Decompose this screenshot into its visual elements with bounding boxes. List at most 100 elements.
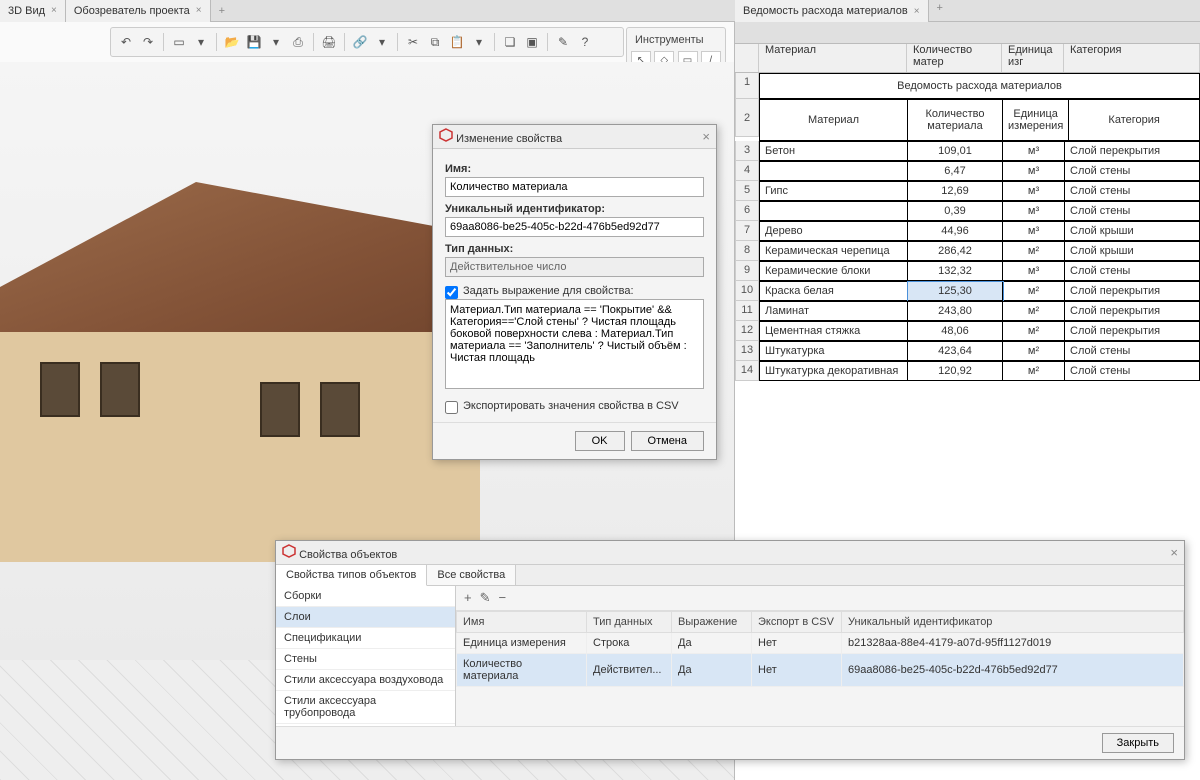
cell-qty[interactable]: 0,39 — [908, 202, 1003, 221]
uid-input[interactable] — [445, 217, 704, 237]
cell-qty[interactable]: 243,80 — [908, 302, 1003, 321]
tab-3d-view[interactable]: 3D Вид× — [0, 0, 66, 22]
cell-material[interactable]: Краска белая — [760, 282, 908, 301]
cell-material[interactable]: Керамические блоки — [760, 262, 908, 281]
cell-category[interactable]: Слой перекрытия — [1065, 322, 1200, 341]
cell-unit[interactable]: м² — [1003, 242, 1065, 261]
list-item[interactable]: Стили аксессуара трубопровода — [276, 691, 455, 724]
col-material[interactable]: Материал — [759, 40, 907, 72]
table-cell[interactable]: Да — [672, 633, 752, 654]
add-tab-button[interactable]: + — [929, 0, 951, 21]
add-tab-button[interactable]: + — [211, 3, 233, 19]
open-icon[interactable]: 📂 — [223, 33, 241, 51]
col-unit[interactable]: Единица изг — [1002, 40, 1064, 72]
cell-unit[interactable]: м² — [1003, 342, 1065, 361]
undo-icon[interactable]: ↶ — [117, 33, 135, 51]
dropdown-icon[interactable]: ▾ — [192, 33, 210, 51]
cell-qty[interactable]: 48,06 — [908, 322, 1003, 341]
paste-icon[interactable]: 📋 — [448, 33, 466, 51]
cell-material[interactable]: Гипс — [760, 182, 908, 201]
cell-category[interactable]: Слой стены — [1065, 182, 1200, 201]
cell-category[interactable]: Слой перекрытия — [1065, 142, 1200, 161]
type-select[interactable] — [445, 257, 704, 277]
table-cell[interactable]: Строка — [587, 633, 672, 654]
cell-unit[interactable]: м² — [1003, 302, 1065, 321]
cell-category[interactable]: Слой стены — [1065, 262, 1200, 281]
help-icon[interactable]: ? — [576, 33, 594, 51]
cell-unit[interactable]: м³ — [1003, 162, 1065, 181]
list-item[interactable]: Стены — [276, 649, 455, 670]
cell-qty[interactable]: 12,69 — [908, 182, 1003, 201]
table-cell[interactable]: Нет — [752, 633, 842, 654]
window-icon[interactable]: ▣ — [523, 33, 541, 51]
cell-material[interactable]: Бетон — [760, 142, 908, 161]
cell-material[interactable]: Ламинат — [760, 302, 908, 321]
expression-textarea[interactable] — [445, 299, 704, 389]
close-icon[interactable]: × — [196, 5, 202, 16]
cell-unit[interactable]: м² — [1003, 362, 1065, 381]
cell-unit[interactable]: м³ — [1003, 142, 1065, 161]
cell-material[interactable]: Штукатурка — [760, 342, 908, 361]
export-icon[interactable]: ⎙ — [289, 33, 307, 51]
close-icon[interactable]: × — [1170, 545, 1178, 560]
cut-icon[interactable]: ✂ — [404, 33, 422, 51]
cell-unit[interactable]: м² — [1003, 282, 1065, 301]
cell-unit[interactable]: м² — [1003, 322, 1065, 341]
table-cell[interactable]: Количество материала — [457, 654, 587, 687]
link-icon[interactable]: 🔗 — [351, 33, 369, 51]
print-icon[interactable]: 🖨 — [320, 33, 338, 51]
redo-icon[interactable]: ↷ — [139, 33, 157, 51]
cell-category[interactable]: Слой крыши — [1065, 222, 1200, 241]
cancel-button[interactable]: Отмена — [631, 431, 704, 451]
list-item[interactable]: Слои — [276, 607, 455, 628]
cell-category[interactable]: Слой стены — [1065, 202, 1200, 221]
cell-unit[interactable]: м³ — [1003, 262, 1065, 281]
cell-category[interactable]: Слой стены — [1065, 162, 1200, 181]
cell-category[interactable]: Слой перекрытия — [1065, 282, 1200, 301]
cell-category[interactable]: Слой стены — [1065, 342, 1200, 361]
cell-category[interactable]: Слой стены — [1065, 362, 1200, 381]
ok-button[interactable]: OK — [575, 431, 625, 451]
edit-icon[interactable]: ✎ — [480, 590, 491, 606]
list-item[interactable]: Сборки — [276, 586, 455, 607]
list-item[interactable]: Стили арматурного изделия — [276, 724, 455, 726]
table-cell[interactable]: 69aa8086-be25-405c-b22d-476b5ed92d77 — [842, 654, 1184, 687]
col-qty[interactable]: Количество матер — [907, 40, 1002, 72]
cell-qty[interactable]: 44,96 — [908, 222, 1003, 241]
tab-type-properties[interactable]: Свойства типов объектов — [276, 565, 427, 586]
cell-material[interactable] — [760, 162, 908, 181]
save-icon[interactable]: 💾 — [245, 33, 263, 51]
cell-material[interactable]: Керамическая черепица — [760, 242, 908, 261]
cell-qty[interactable]: 125,30 — [908, 282, 1003, 301]
cell-material[interactable]: Штукатурка декоративная — [760, 362, 908, 381]
clone-icon[interactable]: ❏ — [501, 33, 519, 51]
cell-category[interactable]: Слой крыши — [1065, 242, 1200, 261]
table-cell[interactable]: b21328aa-88e4-4179-a07d-95ff1127d019 — [842, 633, 1184, 654]
cell-qty[interactable]: 423,64 — [908, 342, 1003, 361]
cell-unit[interactable]: м³ — [1003, 202, 1065, 221]
table-cell[interactable]: Единица измерения — [457, 633, 587, 654]
name-input[interactable] — [445, 177, 704, 197]
close-button[interactable]: Закрыть — [1102, 733, 1174, 753]
close-icon[interactable]: × — [51, 5, 57, 16]
copy-icon[interactable]: ⧉ — [426, 33, 444, 51]
tab-project-browser[interactable]: Обозреватель проекта× — [66, 0, 211, 22]
remove-icon[interactable]: − — [499, 590, 507, 606]
cell-qty[interactable]: 6,47 — [908, 162, 1003, 181]
measure-icon[interactable]: ✎ — [554, 33, 572, 51]
dropdown-icon[interactable]: ▾ — [470, 33, 488, 51]
csv-checkbox[interactable] — [445, 401, 458, 414]
cell-qty[interactable]: 132,32 — [908, 262, 1003, 281]
cell-qty[interactable]: 109,01 — [908, 142, 1003, 161]
cell-category[interactable]: Слой перекрытия — [1065, 302, 1200, 321]
tab-schedule[interactable]: Ведомость расхода материалов× — [735, 0, 929, 22]
expression-checkbox[interactable] — [445, 286, 458, 299]
table-cell[interactable]: Нет — [752, 654, 842, 687]
list-item[interactable]: Спецификации — [276, 628, 455, 649]
cell-material[interactable] — [760, 202, 908, 221]
table-cell[interactable]: Да — [672, 654, 752, 687]
cell-material[interactable]: Дерево — [760, 222, 908, 241]
dropdown-icon[interactable]: ▾ — [373, 33, 391, 51]
add-icon[interactable]: + — [464, 590, 472, 606]
close-icon[interactable]: × — [914, 6, 920, 17]
